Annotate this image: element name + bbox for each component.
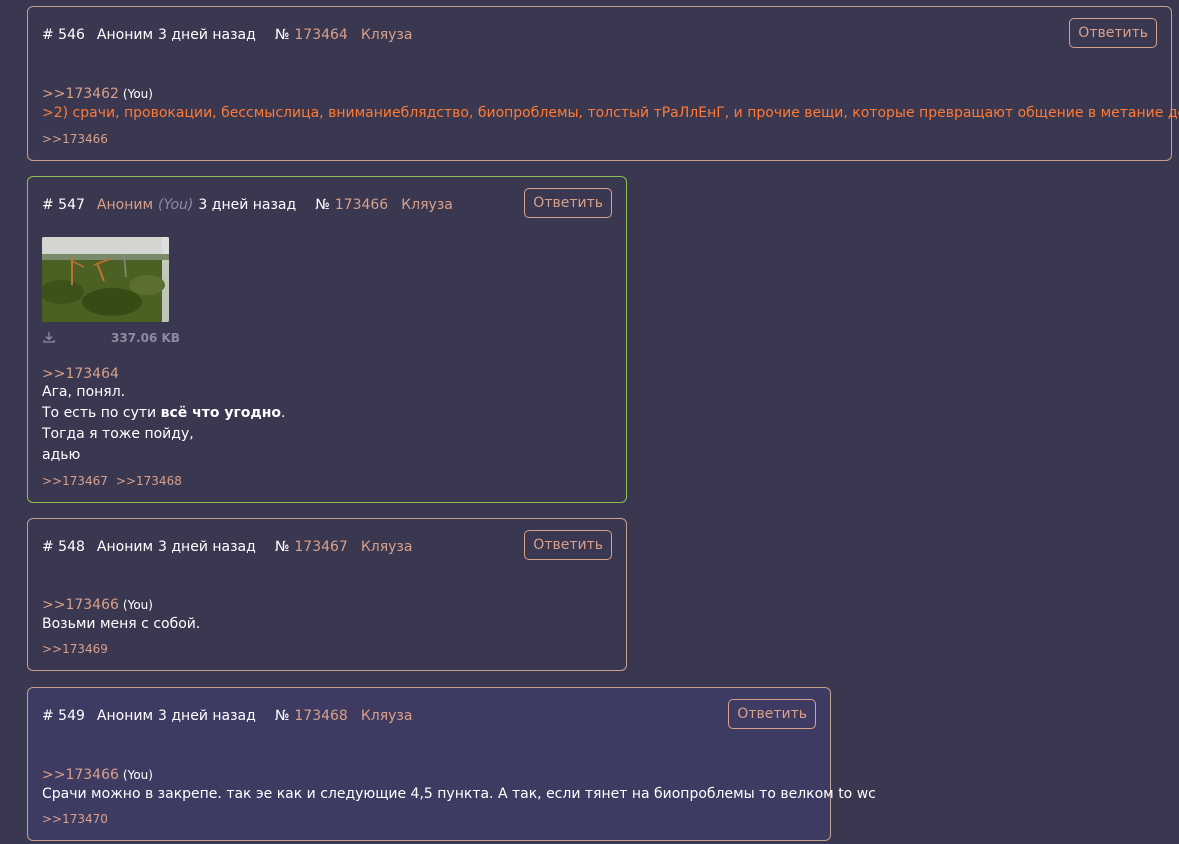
- download-icon[interactable]: [42, 329, 56, 343]
- backlink[interactable]: >>173468: [116, 474, 182, 488]
- post-header: # 547 Аноним (You) 3 дней назад № 173466…: [42, 195, 453, 215]
- you-tag: (You): [122, 768, 153, 782]
- quote-link[interactable]: >>173462: [42, 86, 119, 102]
- backlinks: >>173466: [42, 132, 108, 146]
- post-number: # 547: [42, 197, 85, 213]
- post-text-line: Срачи можно в закрепе. так эе как и след…: [42, 786, 876, 802]
- report-link[interactable]: Кляуза: [401, 197, 453, 213]
- post-header: # 548 Аноним 3 дней назад № 173467 Кляуз…: [42, 537, 412, 557]
- post-549: # 549 Аноним 3 дней назад № 173468 Кляуз…: [27, 687, 876, 841]
- post-id-link[interactable]: 173466: [335, 197, 388, 213]
- quote-line: >>173466 (You): [42, 764, 153, 783]
- post-no-label: №: [274, 539, 290, 555]
- post-author: Аноним: [96, 708, 154, 724]
- you-tag: (You): [158, 197, 194, 213]
- post-date: 3 дней назад: [158, 27, 256, 43]
- backlink[interactable]: >>173467: [42, 474, 108, 488]
- post-text-line: То есть по сути всё что угодно.: [42, 405, 285, 421]
- backlinks: >>173469: [42, 642, 108, 656]
- post-author: Аноним: [96, 197, 154, 213]
- you-tag: (You): [122, 87, 153, 101]
- post-author: Аноним: [96, 27, 154, 43]
- greentext-line: >2) срачи, провокации, бессмыслица, вним…: [42, 105, 1179, 121]
- post-text-line: Ага, понял.: [42, 384, 126, 400]
- image-thumbnail[interactable]: [42, 237, 169, 322]
- reply-button[interactable]: Ответить: [524, 530, 612, 560]
- post-number: # 549: [42, 708, 85, 724]
- post-text-line: Возьми меня с собой.: [42, 616, 201, 632]
- bold-text: всё что угодно: [160, 405, 281, 421]
- post-no-label: №: [315, 197, 330, 213]
- post-id-link[interactable]: 173467: [294, 539, 347, 555]
- post-id-link[interactable]: 173464: [294, 27, 347, 43]
- quote-link[interactable]: >>173466: [42, 767, 119, 783]
- post-date: 3 дней назад: [158, 539, 256, 555]
- post-no-label: №: [274, 708, 290, 724]
- post-number: # 546: [42, 27, 85, 43]
- thumbnail-image: [42, 237, 169, 322]
- post-author: Аноним: [96, 539, 154, 555]
- backlink[interactable]: >>173466: [42, 132, 108, 146]
- post-text-line: адью: [42, 447, 81, 463]
- backlinks: >>173467 >>173468: [42, 474, 182, 488]
- text-span: .: [281, 405, 286, 421]
- quote-line: >>173464: [42, 363, 119, 382]
- you-tag: (You): [122, 598, 153, 612]
- post-header: # 549 Аноним 3 дней назад № 173468 Кляуз…: [42, 706, 412, 726]
- report-link[interactable]: Кляуза: [361, 27, 413, 43]
- backlink[interactable]: >>173469: [42, 642, 108, 656]
- reply-button[interactable]: Ответить: [728, 699, 816, 729]
- text-span: То есть по сути: [42, 405, 161, 421]
- quote-link[interactable]: >>173464: [42, 366, 119, 382]
- post-547: # 547 Аноним (You) 3 дней назад № 173466…: [27, 176, 627, 503]
- post-546: # 546 Аноним 3 дней назад № 173464 Кляуз…: [27, 6, 1179, 161]
- post-text-line: Тогда я тоже пойду,: [42, 426, 194, 442]
- post-548: # 548 Аноним 3 дней назад № 173467 Кляуз…: [27, 518, 627, 671]
- post-no-label: №: [274, 27, 290, 43]
- backlink[interactable]: >>173470: [42, 812, 108, 826]
- report-link[interactable]: Кляуза: [361, 539, 413, 555]
- quote-line: >>173462 (You): [42, 83, 153, 102]
- reply-button[interactable]: Ответить: [524, 188, 612, 218]
- quote-line: >>173466 (You): [42, 594, 153, 613]
- backlinks: >>173470: [42, 812, 108, 826]
- file-size: 337.06 KB: [111, 331, 180, 345]
- reply-button[interactable]: Ответить: [1069, 18, 1157, 48]
- post-date: 3 дней назад: [198, 197, 297, 213]
- post-number: # 548: [42, 539, 85, 555]
- post-date: 3 дней назад: [158, 708, 256, 724]
- post-header: # 546 Аноним 3 дней назад № 173464 Кляуз…: [42, 25, 412, 45]
- quote-link[interactable]: >>173466: [42, 597, 119, 613]
- report-link[interactable]: Кляуза: [361, 708, 413, 724]
- post-id-link[interactable]: 173468: [294, 708, 347, 724]
